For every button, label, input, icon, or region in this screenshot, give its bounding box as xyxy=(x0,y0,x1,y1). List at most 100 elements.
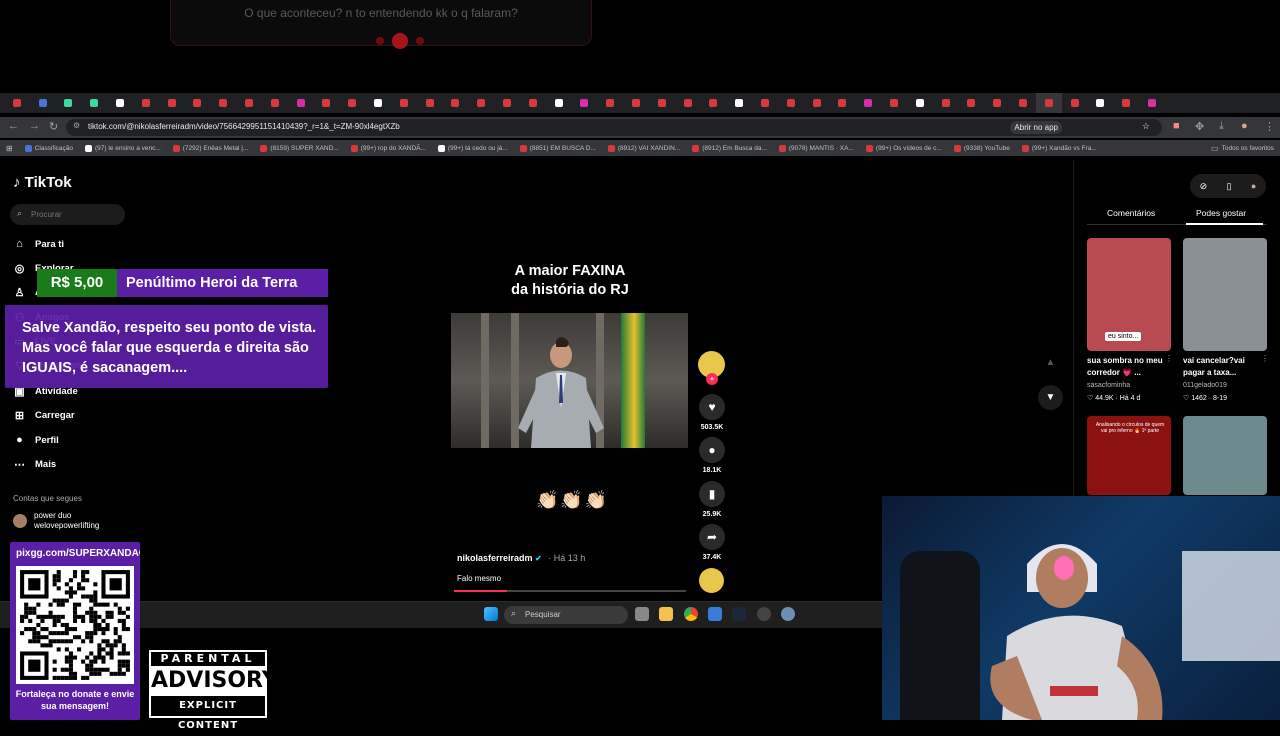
bookmark-10[interactable]: (99+) Os vídeos de c... xyxy=(860,144,948,152)
browser-tab[interactable] xyxy=(339,93,365,113)
task-view-icon[interactable] xyxy=(635,607,649,621)
tiktok-logo[interactable]: ♪ TikTok xyxy=(13,174,72,191)
browser-tab[interactable] xyxy=(4,93,30,113)
browser-tab[interactable] xyxy=(133,93,159,113)
browser-tab[interactable] xyxy=(314,93,340,113)
app-icon[interactable] xyxy=(708,607,722,621)
windows-start-icon[interactable] xyxy=(484,607,498,621)
bookmark-12[interactable]: (99+) Xandão vs Fra... xyxy=(1016,144,1103,152)
browser-tab[interactable] xyxy=(701,93,727,113)
browser-tab[interactable] xyxy=(81,93,107,113)
bookmark-2[interactable]: (7292) Enêas Metal |... xyxy=(167,144,255,152)
browser-tab[interactable] xyxy=(520,93,546,113)
bookmark-5[interactable]: (99+) tá cedo ou já... xyxy=(432,144,514,152)
bookmark-1[interactable]: (97) le ensino a venc... xyxy=(79,144,167,152)
browser-tab[interactable] xyxy=(752,93,778,113)
browser-tab[interactable] xyxy=(830,93,856,113)
user-avatar[interactable]: ● xyxy=(1251,181,1256,191)
browser-tab[interactable] xyxy=(855,93,881,113)
bookmark-11[interactable]: (9338) YouTube xyxy=(948,144,1016,152)
browser-tab[interactable] xyxy=(391,93,417,113)
browser-tab[interactable] xyxy=(649,93,675,113)
profile-avatar[interactable]: ● xyxy=(1241,120,1248,132)
browser-tab[interactable] xyxy=(1087,93,1113,113)
all-bookmarks[interactable]: ▭ Todos os favoritos xyxy=(1205,144,1280,153)
browser-tab[interactable] xyxy=(804,93,830,113)
url-field[interactable]: ⚙ tiktok.com/@nikolasferreiradm/video/75… xyxy=(66,119,1162,136)
browser-tab[interactable] xyxy=(210,93,236,113)
browser-tab[interactable] xyxy=(1139,93,1165,113)
more-options-icon[interactable]: ⋮ xyxy=(1165,354,1173,363)
bookmark-7[interactable]: (8912) VAI XANDIN... xyxy=(602,144,686,152)
suggested-video-thumbnail[interactable]: Analisando o círculos de quem vai pro in… xyxy=(1087,416,1171,495)
sidebar-item-upload[interactable]: ⊞ Carregar xyxy=(13,407,133,423)
bookmark-3[interactable]: (8159) SUPER XAND... xyxy=(254,144,344,152)
like-button[interactable]: ♥ xyxy=(699,394,725,420)
browser-tab[interactable] xyxy=(262,93,288,113)
browser-tab[interactable] xyxy=(984,93,1010,113)
browser-tab[interactable] xyxy=(778,93,804,113)
browser-tab[interactable] xyxy=(443,93,469,113)
browser-tab[interactable] xyxy=(881,93,907,113)
suggested-video-user[interactable]: sasacfominha xyxy=(1087,382,1130,389)
sidebar-item-profile[interactable]: ● Perfil xyxy=(13,432,133,448)
reload-icon[interactable]: ↻ xyxy=(49,120,58,133)
bookmark-9[interactable]: (9078) MANTIS · XA... xyxy=(773,144,860,152)
file-explorer-icon[interactable] xyxy=(659,607,673,621)
browser-tab[interactable] xyxy=(236,93,262,113)
settings-gear-icon[interactable] xyxy=(781,607,795,621)
browser-tab[interactable] xyxy=(726,93,752,113)
download-icon[interactable]: ⤓ xyxy=(1219,120,1224,133)
site-info-icon[interactable]: ⚙ xyxy=(73,121,80,130)
browser-tab[interactable] xyxy=(288,93,314,113)
browser-tab[interactable] xyxy=(468,93,494,113)
browser-tab[interactable] xyxy=(417,93,443,113)
suggested-video-thumbnail[interactable] xyxy=(1183,416,1267,495)
steam-icon[interactable] xyxy=(732,607,746,621)
browser-tab[interactable] xyxy=(597,93,623,113)
browser-tab[interactable] xyxy=(365,93,391,113)
suggested-video-thumbnail[interactable] xyxy=(1183,238,1267,351)
browser-tab[interactable] xyxy=(958,93,984,113)
browser-menu-icon[interactable]: ⋮ xyxy=(1264,120,1275,133)
browser-tab[interactable] xyxy=(30,93,56,113)
bookmark-6[interactable]: (8851) EM BUSCA D... xyxy=(514,144,602,152)
tab-comments[interactable]: Comentários xyxy=(1107,208,1155,218)
tab-might-like[interactable]: Podes gostar xyxy=(1196,208,1246,218)
extension-icon[interactable]: ■ xyxy=(1173,120,1180,132)
share-button[interactable]: ➦ xyxy=(699,524,725,550)
bookmark-8[interactable]: (8912) Em Busca da... xyxy=(686,144,773,152)
chrome-icon[interactable] xyxy=(684,607,698,621)
browser-tab[interactable] xyxy=(1035,93,1062,113)
suggested-video-user[interactable]: 011gelado019 xyxy=(1183,382,1227,389)
bookmark-0[interactable]: Classificação xyxy=(19,144,79,152)
browser-tab[interactable] xyxy=(907,93,933,113)
save-button[interactable]: ▮ xyxy=(699,481,725,507)
next-video-avatar[interactable] xyxy=(699,568,724,593)
next-video-button[interactable]: ▼ xyxy=(1038,385,1063,410)
browser-tab[interactable] xyxy=(546,93,572,113)
comment-button[interactable]: ● xyxy=(699,437,725,463)
follow-plus-icon[interactable]: + xyxy=(706,373,718,385)
sidebar-item-home[interactable]: ⌂ Para ti xyxy=(13,236,133,252)
browser-tab[interactable] xyxy=(185,93,211,113)
video-progress-bar[interactable] xyxy=(454,590,686,592)
compass-icon[interactable]: ⊘ xyxy=(1200,181,1208,192)
bookmark-star-icon[interactable]: ☆ xyxy=(1142,121,1150,132)
taskbar-search[interactable]: ⌕ Pesquisar xyxy=(504,606,628,624)
suggested-video-thumbnail[interactable]: eu sinto... xyxy=(1087,238,1171,351)
apps-grid-icon[interactable]: ⊞ xyxy=(0,144,19,153)
bookmark-4[interactable]: (99+) rop do XANDÃ... xyxy=(345,144,432,152)
browser-tab[interactable] xyxy=(1010,93,1036,113)
browser-tab[interactable] xyxy=(933,93,959,113)
sidebar-item-more[interactable]: ⋯ Mais xyxy=(13,456,133,472)
prev-video-button[interactable]: ▲ xyxy=(1038,350,1063,375)
browser-tab[interactable] xyxy=(675,93,701,113)
browser-tab[interactable] xyxy=(623,93,649,113)
video-author[interactable]: nikolasferreiradm ✔ · Há 13 h xyxy=(457,553,585,563)
browser-tab[interactable] xyxy=(494,93,520,113)
browser-tab[interactable] xyxy=(1062,93,1088,113)
browser-tab[interactable] xyxy=(159,93,185,113)
browser-tab[interactable] xyxy=(56,93,82,113)
open-in-app-button[interactable]: Abrir no app xyxy=(1010,121,1062,134)
